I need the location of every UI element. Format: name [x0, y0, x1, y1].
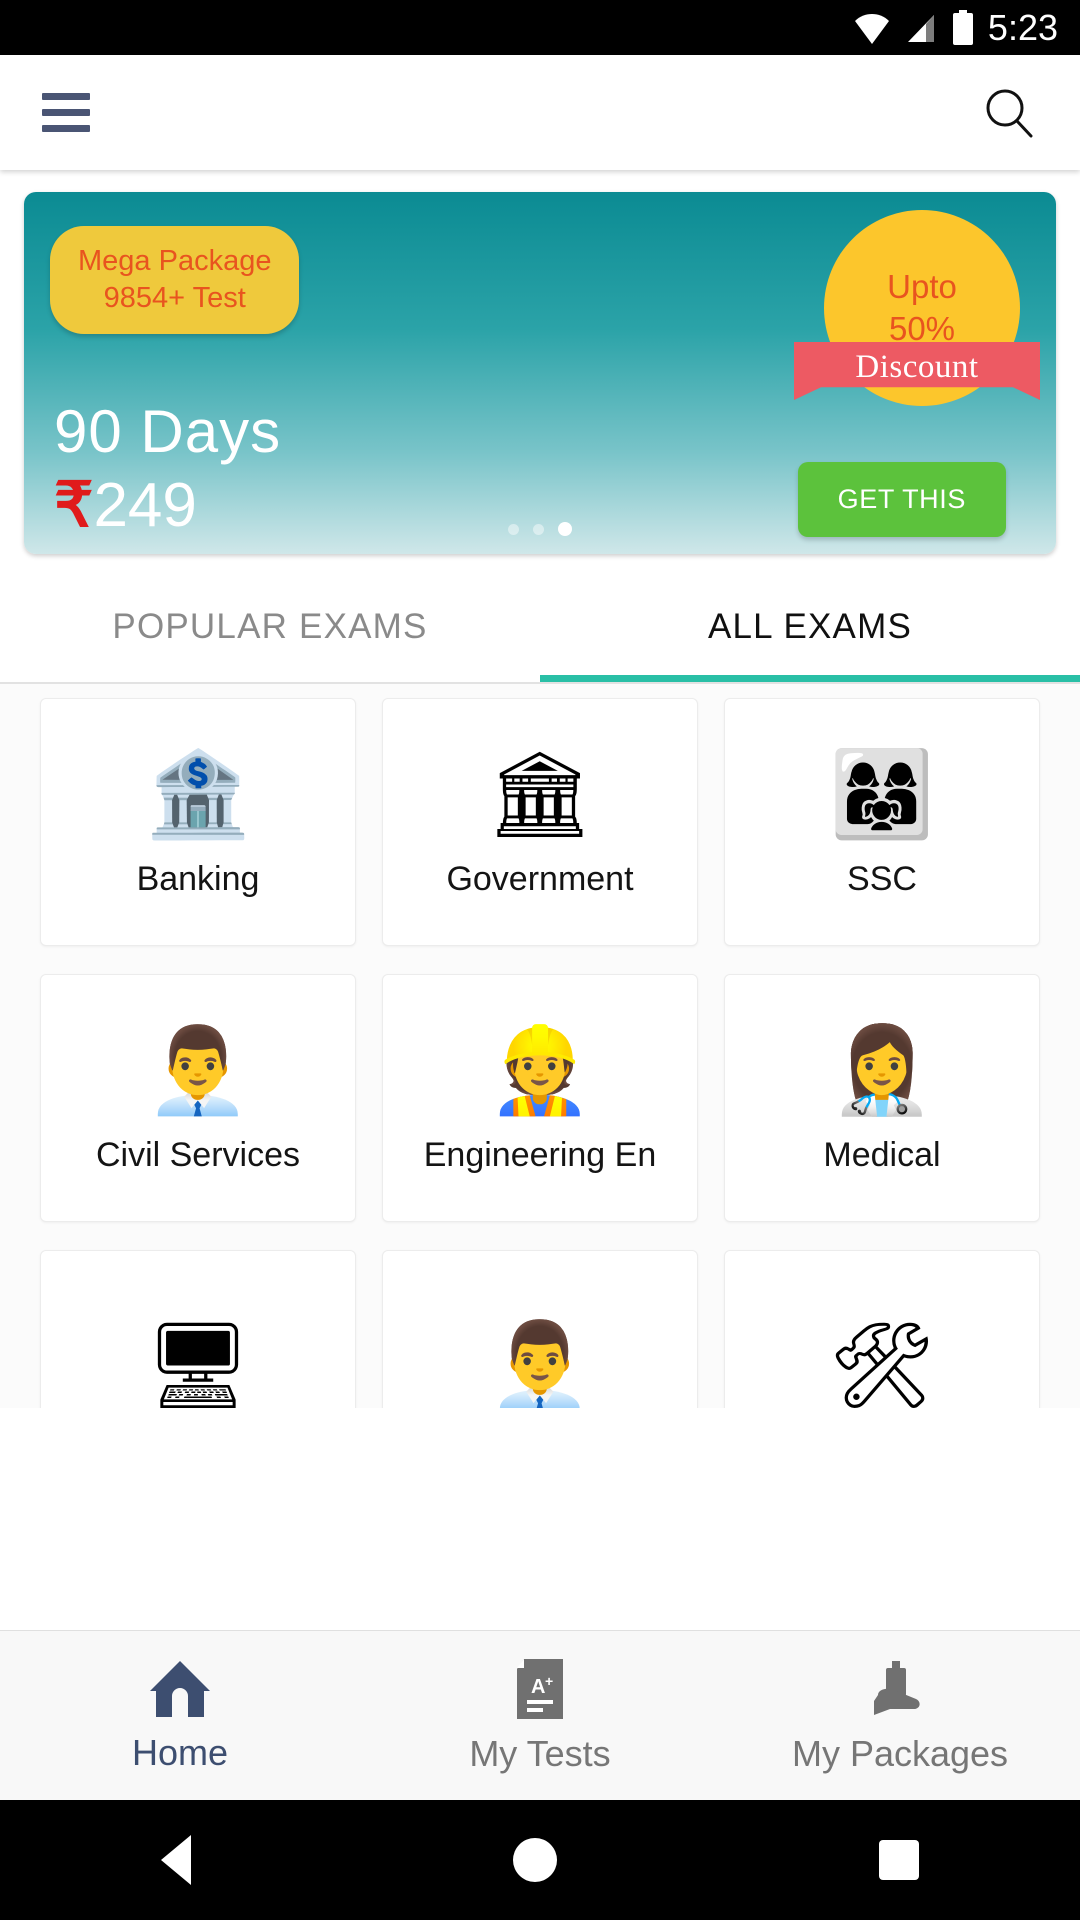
exam-card-label: Government — [446, 859, 634, 898]
status-bar-icons — [852, 9, 974, 46]
status-bar-clock: 5:23 — [987, 6, 1058, 48]
tab-popular-exams[interactable]: POPULAR EXAMS — [0, 572, 540, 682]
package-duration: 90 Days — [54, 398, 282, 465]
recents-square-icon[interactable] — [879, 1840, 919, 1880]
carousel-dots — [24, 522, 1056, 536]
android-system-nav — [0, 1800, 1080, 1920]
package-subtitle: 9854+ Test — [103, 282, 246, 315]
exam-card-label: Engineering En — [423, 1135, 657, 1174]
test-paper-icon: A + — [517, 1658, 563, 1719]
bottom-nav-label: My Tests — [469, 1732, 611, 1774]
home-circle-icon[interactable] — [513, 1838, 557, 1882]
bottom-nav-label: Home — [131, 1731, 229, 1773]
carousel-dot[interactable] — [533, 523, 544, 535]
carousel-dot[interactable] — [508, 523, 519, 535]
discount-badge: Upto 50% Discount — [794, 210, 1040, 410]
bottom-nav-item-home[interactable]: Home — [0, 1658, 360, 1774]
exam-tabs: POPULAR EXAMS ALL EXAMS — [0, 572, 1080, 682]
exam-grid-area: 🏦 Banking 🏛 Government 👩‍👩‍👧 SSC 👨‍💼 Civ… — [0, 684, 1080, 1408]
exam-card-label: Medical — [823, 1135, 941, 1174]
exam-card-civil-services[interactable]: 👨‍💼 Civil Services — [40, 974, 356, 1222]
exam-card-management[interactable]: 👨‍💼 — [382, 1250, 698, 1408]
exam-grid: 🏦 Banking 🏛 Government 👩‍👩‍👧 SSC 👨‍💼 Civ… — [40, 698, 1040, 1408]
exam-card-engineering[interactable]: 👷 Engineering En — [382, 974, 698, 1222]
businessman-briefcase-icon: 👨‍💼 — [487, 1318, 593, 1408]
package-badge: Mega Package 9854+ Test — [50, 226, 300, 335]
discount-upto-label: Upto — [887, 267, 957, 305]
app-bar — [0, 55, 1080, 170]
tab-label: POPULAR EXAMS — [112, 607, 428, 646]
bottom-nav-label: My Packages — [791, 1732, 1009, 1774]
package-title: Mega Package — [78, 245, 272, 277]
svg-text:+: + — [545, 1673, 553, 1689]
officer-podium-icon: 👨‍💼 — [145, 1022, 251, 1117]
exam-card-government[interactable]: 🏛 Government — [382, 698, 698, 946]
promo-banner-card[interactable]: Mega Package 9854+ Test 90 Days ₹249 Upt… — [24, 192, 1056, 554]
doctor-icon: 👩‍⚕️ — [829, 1022, 935, 1117]
hammer-and-wrench-icon: 🛠 — [828, 1318, 936, 1408]
exam-card-computer[interactable]: 🖥 — [40, 1250, 356, 1408]
bottom-nav-item-my-packages[interactable]: My Packages — [720, 1657, 1080, 1775]
government-building-icon: 🏛 — [486, 746, 594, 841]
exam-card-banking[interactable]: 🏦 Banking — [40, 698, 356, 946]
tab-underline — [0, 675, 540, 682]
bank-building-icon: 🏦 — [145, 746, 251, 841]
exam-card-ssc[interactable]: 👩‍👩‍👧 SSC — [724, 698, 1040, 946]
exam-card-medical[interactable]: 👩‍⚕️ Medical — [724, 974, 1040, 1222]
tab-all-exams[interactable]: ALL EXAMS — [540, 572, 1080, 682]
exam-card-label: Banking — [136, 859, 260, 898]
bottom-navigation-bar: Home A + My Tests My Packages — [0, 1630, 1080, 1800]
hamburger-bar — [42, 93, 90, 100]
computer-monitor-icon: 🖥 — [144, 1318, 252, 1408]
carousel-dot-active[interactable] — [558, 522, 572, 536]
exam-card-label: SSC — [847, 859, 917, 898]
hamburger-bar — [42, 125, 90, 132]
promo-banner-section: Mega Package 9854+ Test 90 Days ₹249 Upt… — [0, 170, 1080, 554]
discount-ribbon-label: Discount — [855, 348, 979, 385]
battery-icon — [952, 9, 973, 45]
wifi-icon — [854, 13, 889, 44]
svg-text:A: A — [531, 1676, 545, 1698]
home-icon — [150, 1660, 210, 1717]
status-bar: 5:23 — [0, 0, 1080, 55]
construction-worker-icon: 👷 — [487, 1022, 593, 1117]
tab-underline-active — [540, 675, 1080, 682]
exam-card-technical[interactable]: 🛠 — [724, 1250, 1040, 1408]
cellular-signal-icon — [907, 14, 934, 42]
exam-card-label: Civil Services — [95, 1135, 301, 1174]
back-triangle-icon[interactable] — [161, 1835, 191, 1885]
search-icon[interactable] — [980, 84, 1038, 142]
package-in-hand-icon — [874, 1660, 920, 1715]
bottom-nav-item-my-tests[interactable]: A + My Tests — [360, 1657, 720, 1775]
hamburger-menu-icon[interactable] — [42, 93, 90, 132]
group-of-people-icon: 👩‍👩‍👧 — [829, 746, 935, 841]
hamburger-bar — [42, 109, 90, 116]
tab-label: ALL EXAMS — [707, 607, 913, 646]
